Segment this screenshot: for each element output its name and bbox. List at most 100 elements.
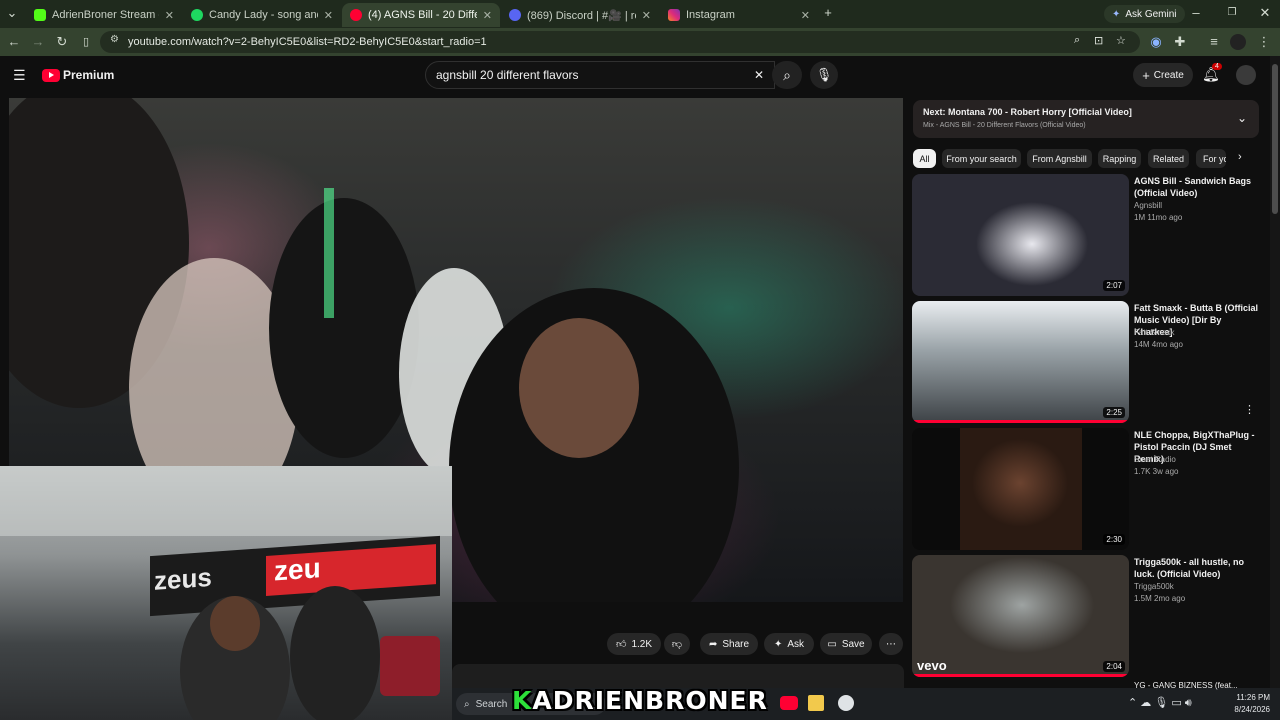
sidebar-icon[interactable]: ▯ — [78, 34, 94, 50]
browser-menu-icon[interactable]: ⋮ — [1256, 34, 1272, 50]
video-thumbnail[interactable]: 2:30 — [912, 428, 1129, 550]
chevron-right-icon[interactable]: › — [1238, 151, 1242, 163]
page-scrollbar[interactable] — [1270, 56, 1280, 688]
extension-icon[interactable]: ◉ — [1148, 34, 1164, 50]
menu-icon[interactable]: ☰ — [13, 67, 26, 84]
tab-kick[interactable]: AdrienBroner Stream - Watch Live ✕ — [26, 3, 182, 27]
watched-progress-bar — [912, 674, 1129, 677]
close-icon[interactable]: ✕ — [165, 9, 174, 22]
sparkle-icon: ✦ — [773, 638, 783, 650]
taskbar-search-label: Search — [475, 698, 508, 710]
thumbnail-face — [960, 428, 1082, 550]
discord-icon — [509, 9, 521, 21]
extensions-puzzle-icon[interactable]: ✚ — [1172, 34, 1188, 50]
zoom-icon[interactable]: ⌕ — [1074, 34, 1080, 47]
close-icon[interactable]: ✕ — [483, 9, 492, 22]
forward-icon[interactable]: → — [30, 34, 46, 50]
video-thumbnail[interactable]: 2:07 — [912, 174, 1129, 296]
spotify-icon — [191, 9, 203, 21]
streamer-webcam: zeus zeu — [0, 466, 452, 720]
tab-title: AdrienBroner Stream - Watch Live — [52, 9, 159, 21]
search-button[interactable]: ⌕ — [772, 61, 802, 89]
new-tab-icon[interactable]: + — [820, 5, 836, 21]
close-icon[interactable]: ✕ — [801, 9, 810, 22]
youtube-logo[interactable]: Premium — [42, 68, 114, 82]
chip-related[interactable]: Related — [1148, 149, 1189, 168]
recommendation-item[interactable]: 2:25 Fatt Smaxk - Butta B (Official Musi… — [912, 301, 1262, 423]
next-up-mix-header[interactable]: Next: Montana 700 - Robert Horry [Offici… — [913, 100, 1259, 138]
zeus-text-2: zeu — [266, 544, 436, 597]
chrome-taskbar-icon[interactable] — [838, 695, 854, 711]
zeus-text: zeus — [154, 561, 212, 596]
minimize-icon[interactable]: – — [1188, 5, 1204, 21]
duration-badge: 2:25 — [1103, 407, 1125, 418]
webcam-window — [0, 466, 452, 536]
video-thumbnail[interactable]: vevo 2:04 — [912, 555, 1129, 677]
tab-discord[interactable]: (869) Discord | #🎥 | reactions ✕ — [501, 3, 659, 27]
video-meta: 1M 11mo ago — [1134, 213, 1183, 222]
search-icon: ⌕ — [783, 67, 791, 83]
tab-title: Candy Lady - song and lyrics by — [209, 9, 318, 21]
more-options-icon[interactable]: ⋮ — [1244, 403, 1255, 416]
bookmark-star-icon[interactable]: ☆ — [1116, 34, 1126, 47]
chip-from-your-search[interactable]: From your search — [942, 149, 1021, 168]
video-thumbnail[interactable]: 2:25 — [912, 301, 1129, 423]
thumbs-down-icon: 👎︎ — [671, 639, 683, 650]
clear-search-icon[interactable]: ✕ — [754, 68, 764, 82]
video-meta: 1.5M 2mo ago — [1134, 594, 1186, 603]
channel-name: Fatt Smaxk — [1134, 328, 1175, 337]
channel-name: Smet Radio — [1134, 455, 1176, 464]
recommendation-item[interactable]: 2:07 AGNS Bill - Sandwich Bags (Official… — [912, 174, 1262, 296]
media-control-icon[interactable]: ≡ — [1206, 34, 1222, 50]
create-button[interactable]: + Create — [1133, 63, 1193, 87]
reload-icon[interactable]: ↻ — [54, 34, 70, 50]
next-recommendation-title-partial: YG - GANG BIZNESS (feat... — [1134, 681, 1238, 690]
bookmark-icon: ▭ — [827, 638, 837, 650]
search-input[interactable]: agnsbill 20 different flavors ✕ — [425, 61, 775, 89]
address-bar[interactable]: ⚙ youtube.com/watch?v=2-BehyIC5E0&list=R… — [100, 31, 1140, 53]
ask-gemini-button[interactable]: ✦ Ask Gemini — [1104, 5, 1185, 23]
maximize-icon[interactable]: ❐ — [1224, 5, 1240, 21]
scrollbar-thumb[interactable] — [1272, 64, 1278, 214]
window-close-icon[interactable]: ✕ — [1257, 5, 1273, 21]
tab-spotify[interactable]: Candy Lady - song and lyrics by ✕ — [183, 3, 341, 27]
duration-badge: 2:07 — [1103, 280, 1125, 291]
recommendation-item[interactable]: vevo 2:04 Trigga500k - all hustle, no lu… — [912, 555, 1262, 677]
account-avatar[interactable] — [1236, 65, 1256, 85]
save-button[interactable]: ▭ Save — [820, 633, 872, 655]
streamer-figure-2 — [290, 586, 380, 720]
chip-from-agnsbill[interactable]: From Agnsbill — [1027, 149, 1092, 168]
description-box[interactable] — [452, 664, 904, 688]
dislike-button[interactable]: 👎︎ — [664, 633, 690, 655]
chip-all[interactable]: All — [913, 149, 936, 168]
taskbar-clock[interactable]: 11:26 PM 8/24/2026 — [1234, 692, 1270, 716]
chevron-down-icon[interactable]: ⌄ — [1237, 111, 1247, 125]
recommendation-item[interactable]: 2:30 NLE Choppa, BigXThaPlug - Pistol Pa… — [912, 428, 1262, 550]
stage-light — [324, 188, 334, 318]
close-icon[interactable]: ✕ — [324, 9, 333, 22]
youtube-taskbar-icon[interactable] — [780, 696, 798, 710]
back-icon[interactable]: ← — [6, 34, 22, 50]
system-tray-icons[interactable]: ⌃ ☁ 🎙︎ ▭ 🔊︎ — [1128, 696, 1192, 710]
install-icon[interactable]: ⊡ — [1094, 34, 1103, 47]
chip-for-you[interactable]: For yo — [1196, 149, 1226, 168]
voice-search-button[interactable]: 🎙 — [810, 61, 838, 89]
close-icon[interactable]: ✕ — [642, 9, 651, 22]
tab-instagram[interactable]: Instagram ✕ — [660, 3, 818, 27]
ask-button[interactable]: ✦ Ask — [764, 633, 814, 655]
tab-youtube[interactable]: (4) AGNS Bill - 20 Different ✕ — [342, 3, 500, 27]
share-label: Share — [722, 638, 750, 650]
chip-rapping[interactable]: Rapping — [1098, 149, 1141, 168]
site-info-icon[interactable]: ⚙ — [110, 34, 119, 45]
duration-badge: 2:04 — [1103, 661, 1125, 672]
profile-avatar[interactable] — [1230, 34, 1246, 50]
youtube-icon — [350, 9, 362, 21]
streamer-name-overlay: KADRIENBRONER — [512, 686, 768, 715]
more-actions-button[interactable]: ⋯ — [879, 633, 903, 655]
like-button[interactable]: 👍︎ 1.2K — [607, 633, 661, 655]
folder-taskbar-icon[interactable] — [808, 695, 824, 711]
tab-search-icon[interactable]: ⌄ — [4, 5, 20, 21]
search-icon: ⌕ — [464, 698, 470, 710]
clock-time: 11:26 PM — [1236, 693, 1270, 702]
share-button[interactable]: ➦ Share — [700, 633, 758, 655]
